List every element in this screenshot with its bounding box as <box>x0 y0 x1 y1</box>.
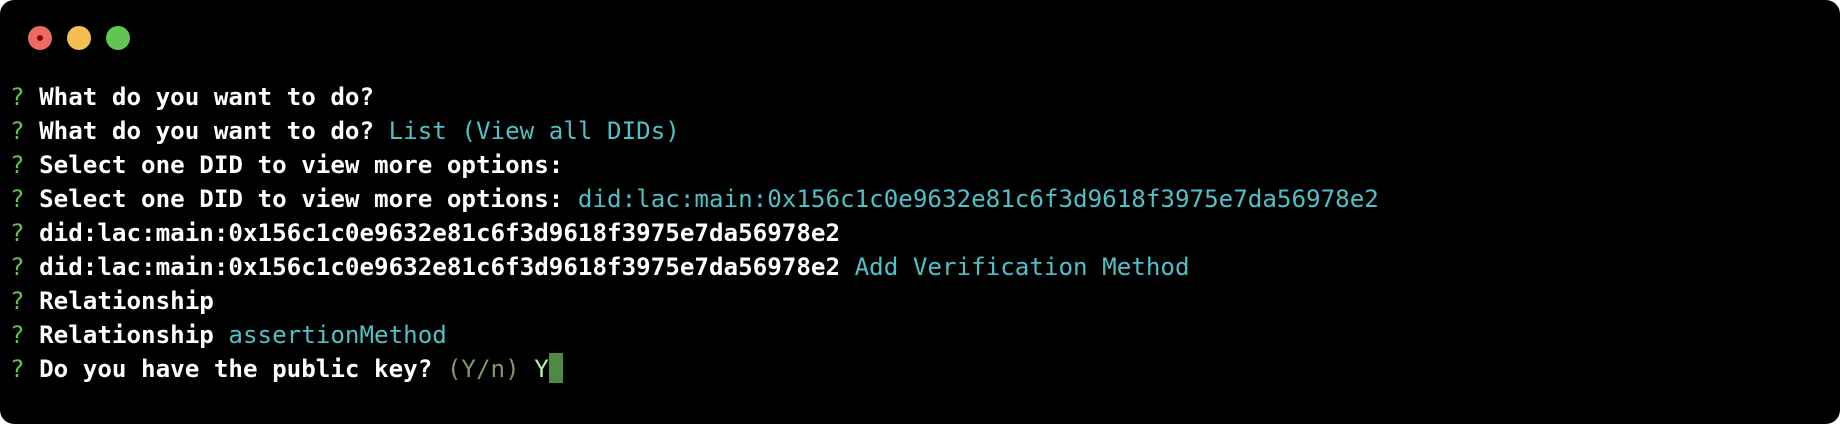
zoom-button[interactable] <box>106 26 130 50</box>
user-input[interactable]: Y <box>520 355 549 383</box>
answer-text: did:lac:main:0x156c1c0e9632e81c6f3d9618f… <box>563 185 1379 213</box>
prompt-marker: ? <box>10 287 25 315</box>
close-button[interactable] <box>28 26 52 50</box>
active-prompt-line[interactable]: ? Do you have the public key? (Y/n) Y <box>10 352 1830 386</box>
prompt-marker: ? <box>10 355 25 383</box>
prompt-marker: ? <box>10 253 25 281</box>
terminal-line: ? Relationship <box>10 284 1830 318</box>
prompt-marker: ? <box>10 117 25 145</box>
terminal-line: ? did:lac:main:0x156c1c0e9632e81c6f3d961… <box>10 216 1830 250</box>
question-text: Do you have the public key? <box>24 355 433 383</box>
question-text: What do you want to do? <box>24 117 375 145</box>
prompt-marker: ? <box>10 219 25 247</box>
close-icon <box>37 35 43 41</box>
default-hint: (Y/n) <box>432 355 520 383</box>
text-cursor <box>548 353 563 383</box>
terminal-line: ? Select one DID to view more options: d… <box>10 182 1830 216</box>
question-text: What do you want to do? <box>24 83 375 111</box>
answer-text: Add Verification Method <box>840 253 1190 281</box>
terminal-line: ? What do you want to do? List (View all… <box>10 114 1830 148</box>
prompt-marker: ? <box>10 321 25 349</box>
question-text: did:lac:main:0x156c1c0e9632e81c6f3d9618f… <box>24 253 841 281</box>
question-text: Select one DID to view more options: <box>24 185 564 213</box>
terminal-line: ? did:lac:main:0x156c1c0e9632e81c6f3d961… <box>10 250 1830 284</box>
prompt-marker: ? <box>10 151 25 179</box>
terminal-line: ? What do you want to do? <box>10 80 1830 114</box>
terminal-window: ? What do you want to do?? What do you w… <box>0 0 1840 424</box>
question-text: Relationship <box>24 287 214 315</box>
question-text: Select one DID to view more options: <box>24 151 564 179</box>
answer-text: assertionMethod <box>213 321 447 349</box>
question-text: did:lac:main:0x156c1c0e9632e81c6f3d9618f… <box>24 219 841 247</box>
terminal-output[interactable]: ? What do you want to do?? What do you w… <box>10 80 1830 386</box>
title-bar <box>0 0 1840 76</box>
terminal-line: ? Select one DID to view more options: <box>10 148 1830 182</box>
terminal-line: ? Relationship assertionMethod <box>10 318 1830 352</box>
question-text: Relationship <box>24 321 214 349</box>
minimize-button[interactable] <box>67 26 91 50</box>
answer-text: List (View all DIDs) <box>374 117 680 145</box>
prompt-marker: ? <box>10 185 25 213</box>
prompt-marker: ? <box>10 83 25 111</box>
